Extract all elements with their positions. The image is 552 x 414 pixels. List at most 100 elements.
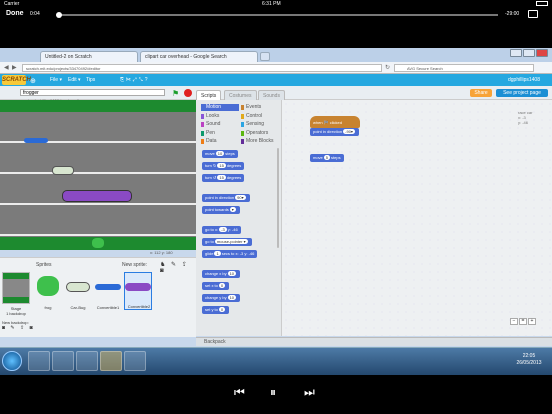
palette-block[interactable]: turn ↻ 15 degrees xyxy=(202,162,245,170)
see-project-button[interactable]: See project page xyxy=(496,89,548,97)
category-looks[interactable]: Looks xyxy=(201,113,239,120)
globe-icon[interactable]: ⊕ xyxy=(30,77,36,85)
tab-sounds[interactable]: Sounds xyxy=(258,90,285,100)
block-arg[interactable]: mouse-pointer ▾ xyxy=(214,239,248,244)
reload-icon[interactable]: ↻ xyxy=(385,64,390,71)
menu-tips[interactable]: Tips xyxy=(86,77,95,83)
back-icon[interactable]: ◀ xyxy=(4,64,9,71)
frog-sprite[interactable] xyxy=(92,238,104,248)
block-arg[interactable]: 0 xyxy=(218,307,226,312)
block-arg[interactable]: -3 xyxy=(219,227,227,232)
scratch-logo[interactable]: SCRATCH xyxy=(2,75,31,85)
menu-file[interactable]: File ▾ xyxy=(50,77,62,83)
fast-forward-icon[interactable]: ⏭ xyxy=(304,385,315,400)
sprite-name: frog xyxy=(44,305,52,310)
palette-block[interactable]: point in direction 90▾ xyxy=(202,194,250,202)
when-flag-clicked-block[interactable]: when 🏁 clicked xyxy=(310,116,360,128)
category-events[interactable]: Events xyxy=(241,104,279,111)
stage[interactable] xyxy=(0,100,196,250)
palette-block[interactable]: change y by 10 xyxy=(202,294,241,302)
block-arg[interactable]: 15 xyxy=(217,175,226,180)
url-field[interactable]: scratch.mit.edu/projects/33470492/#edito… xyxy=(22,64,382,72)
category-sensing[interactable]: Sensing xyxy=(241,121,279,128)
new-sprite-tools-icons[interactable]: ♞ ✎ ⇪ ◙ xyxy=(160,261,196,274)
firefox-window-icon[interactable] xyxy=(100,351,122,371)
tab-costumes[interactable]: Costumes xyxy=(224,90,257,100)
done-button[interactable]: Done xyxy=(6,10,24,17)
forward-icon[interactable]: ▶ xyxy=(12,64,17,71)
palette-block[interactable]: turn ↺ 15 degrees xyxy=(202,174,245,182)
green-flag-icon[interactable]: ⚑ xyxy=(172,89,179,98)
convertible-sprite[interactable] xyxy=(62,190,132,202)
point-in-direction-block[interactable]: point in direction -90▾ xyxy=(310,128,359,136)
zoom-reset-icon[interactable]: = xyxy=(519,318,527,325)
pause-icon[interactable]: ⏸ xyxy=(270,385,276,400)
block-arg[interactable]: 0 xyxy=(218,283,226,288)
zoom-in-icon[interactable]: + xyxy=(528,318,536,325)
stage-thumbnail[interactable] xyxy=(2,272,30,304)
category-sound[interactable]: Sound xyxy=(201,121,239,128)
category-data[interactable]: Data xyxy=(201,138,239,145)
palette-block[interactable]: set y to 0 xyxy=(202,306,230,314)
sprite-card-convertible1[interactable]: Convertible1 xyxy=(94,272,122,310)
new-tab-button[interactable] xyxy=(260,52,270,61)
block-arg[interactable]: 90▾ xyxy=(235,195,246,200)
block-label: degrees xyxy=(226,163,242,168)
tab-scripts[interactable]: Scripts xyxy=(196,90,222,100)
block-arg[interactable]: 10 xyxy=(215,151,225,156)
palette-block[interactable]: move 10 steps xyxy=(202,150,238,158)
category-operators[interactable]: Operators xyxy=(241,130,279,137)
palette-block[interactable]: change x by 10 xyxy=(202,270,241,278)
sprite-card-frog[interactable]: frog xyxy=(34,272,62,310)
palette-block[interactable]: set x to 0 xyxy=(202,282,230,290)
browser-tab-scratch[interactable]: Untitled-2 on Scratch xyxy=(40,51,138,62)
airplay-icon[interactable] xyxy=(528,10,538,18)
stop-icon[interactable] xyxy=(184,89,192,97)
move-steps-block[interactable]: move 5 steps xyxy=(310,154,344,162)
rewind-icon[interactable]: ⏮ xyxy=(234,385,245,400)
palette-block[interactable]: glide 1 secs to x: -3 y: -46 xyxy=(202,250,258,258)
block-arg[interactable]: 15 xyxy=(217,163,226,168)
close-icon[interactable] xyxy=(536,49,548,57)
block-arg[interactable]: 10 xyxy=(227,295,237,300)
start-button[interactable] xyxy=(2,351,22,371)
username[interactable]: dgphillips1408 xyxy=(508,77,540,83)
maximize-icon[interactable] xyxy=(523,49,535,57)
explorer-icon[interactable] xyxy=(28,351,50,371)
car-sprite-blue[interactable] xyxy=(24,138,48,143)
browser-tab-google[interactable]: clipart car overhead - Google Search xyxy=(140,51,258,62)
tray-clock[interactable]: 22:05 26/05/2013 xyxy=(508,353,550,367)
new-backdrop-tools-icons[interactable]: ◙ ✎ ⇪ ◙ xyxy=(2,325,35,331)
project-title-input[interactable] xyxy=(20,89,165,96)
edit-tools-icons[interactable]: ⎘✂⤢⤡? xyxy=(120,77,150,83)
sprite-card-convertible2[interactable]: Convertible2 xyxy=(124,272,152,310)
palette-scrollbar[interactable] xyxy=(277,148,279,248)
search-input[interactable]: AVG Secure Search xyxy=(394,64,534,72)
script-area[interactable]: when 🏁 clicked point in direction -90▾ mo… xyxy=(282,100,552,336)
backpack-bar[interactable]: Backpack xyxy=(196,337,552,346)
minimize-icon[interactable] xyxy=(510,49,522,57)
block-arg[interactable]: 5 xyxy=(323,155,331,160)
scrub-track[interactable] xyxy=(58,14,498,16)
category-motion[interactable]: Motion xyxy=(201,104,239,111)
palette-block[interactable]: go to x: -3 y: -46 xyxy=(202,226,241,234)
firefox-icon[interactable] xyxy=(76,351,98,371)
share-button[interactable]: Share xyxy=(470,89,492,97)
category-pen[interactable]: Pen xyxy=(201,130,239,137)
block-arg[interactable]: 1 xyxy=(214,251,221,256)
chrome-icon[interactable] xyxy=(124,351,146,371)
palette-block[interactable]: point towards ▾ xyxy=(202,206,240,214)
menu-edit[interactable]: Edit ▾ xyxy=(68,77,81,83)
category-control[interactable]: Control xyxy=(241,113,279,120)
block-arg[interactable]: ▾ xyxy=(229,207,236,212)
category-more-blocks[interactable]: More Blocks xyxy=(241,138,279,145)
sprite-card-car-bug[interactable]: Car-Bug xyxy=(64,272,92,310)
scrub-knob[interactable] xyxy=(56,12,62,18)
car-bug-sprite[interactable] xyxy=(52,166,74,175)
media-player-icon[interactable] xyxy=(52,351,74,371)
block-arg[interactable]: -90▾ xyxy=(343,129,355,134)
zoom-out-icon[interactable]: − xyxy=(510,318,518,325)
block-label: secs to x: -3 y: -46 xyxy=(221,251,255,256)
palette-block[interactable]: go to mouse-pointer ▾ xyxy=(202,238,252,246)
block-arg[interactable]: 10 xyxy=(227,271,237,276)
